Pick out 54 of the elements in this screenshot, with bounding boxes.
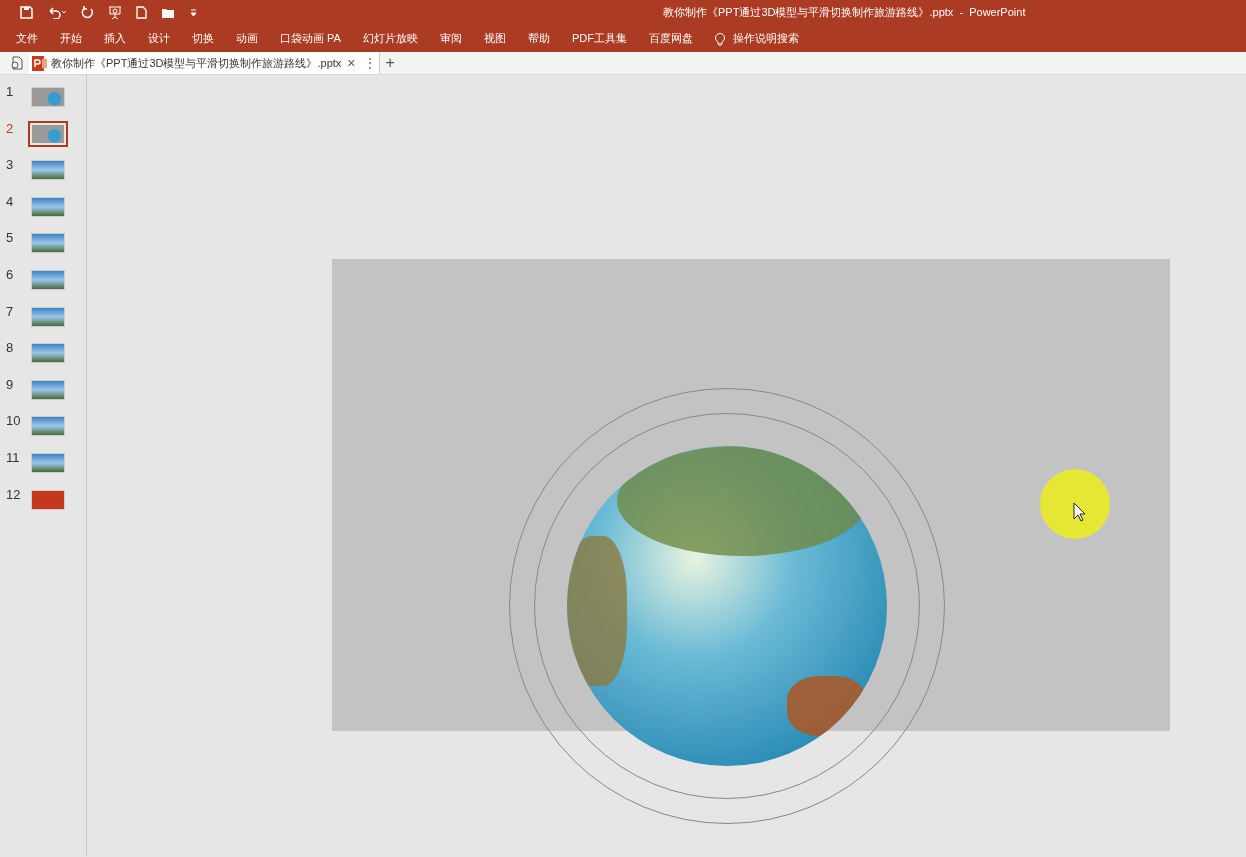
ribbon-tab[interactable]: 设计 <box>148 30 170 47</box>
more-button[interactable]: ⋮ <box>363 54 376 72</box>
new-tab-button[interactable]: + <box>385 51 395 75</box>
slide-number: 9 <box>5 377 15 392</box>
slide-number: 6 <box>5 267 15 282</box>
slide-thumbnail[interactable] <box>32 270 64 289</box>
ribbon-tab[interactable]: 帮助 <box>527 30 550 47</box>
ribbon-tab[interactable]: 动画 <box>236 30 258 47</box>
undo-icon[interactable] <box>47 6 67 19</box>
slide-number: 5 <box>5 231 15 246</box>
tell-me-search[interactable]: 操作说明搜索 <box>732 30 799 47</box>
slide-thumbnail[interactable] <box>32 88 64 106</box>
ribbon-tab[interactable]: 百度网盘 <box>648 30 693 47</box>
slide-thumbnail[interactable] <box>32 197 64 216</box>
document-icon[interactable] <box>10 56 23 70</box>
ribbon-tab[interactable]: 幻灯片放映 <box>362 30 418 47</box>
slide-thumbnail[interactable] <box>32 234 64 253</box>
cursor-icon <box>1073 502 1087 522</box>
slide-thumbnail[interactable] <box>32 380 64 399</box>
slide-number: 1 <box>5 85 15 99</box>
slide-thumbnail[interactable] <box>32 453 64 472</box>
slide-number: 12 <box>5 487 22 502</box>
slide-thumbnail[interactable] <box>32 161 64 180</box>
window-title: 教你制作《PPT通过3D模型与平滑切换制作旅游路线》.pptx - PowerPoint <box>663 5 1026 21</box>
ribbon-tab[interactable]: 开始 <box>60 30 82 47</box>
ribbon-tab[interactable]: 切换 <box>192 30 214 47</box>
close-tab-button[interactable]: × <box>347 52 356 74</box>
ribbon-tab[interactable]: PDF工具集 <box>571 30 627 47</box>
slide-number: 8 <box>5 341 15 356</box>
lightbulb-icon[interactable] <box>714 31 725 46</box>
slide-thumbnail[interactable] <box>32 417 64 436</box>
slide-thumbnail[interactable] <box>32 344 64 363</box>
save-icon[interactable] <box>20 6 33 19</box>
ribbon-tab[interactable]: 文件 <box>16 30 38 47</box>
slide-thumbnail[interactable] <box>32 307 64 326</box>
ribbon-tab[interactable]: 插入 <box>104 30 126 47</box>
customize-icon[interactable] <box>190 8 197 17</box>
document-tab[interactable]: 教你制作《PPT通过3D模型与平滑切换制作旅游路线》.pptx × ⋮ <box>29 52 380 74</box>
ribbon-tab[interactable]: 视图 <box>483 30 506 47</box>
slide-thumbnail[interactable] <box>32 490 64 509</box>
slide-number: 7 <box>5 304 15 319</box>
slide-number: 10 <box>5 414 22 429</box>
slideshow-icon[interactable] <box>108 5 122 20</box>
document-tab-title: 教你制作《PPT通过3D模型与平滑切换制作旅游路线》.pptx <box>51 55 342 71</box>
powerpoint-icon <box>32 55 47 71</box>
ribbon-tab[interactable]: 口袋动画 PA <box>280 30 341 47</box>
slide-number: 4 <box>5 194 15 209</box>
redo-icon[interactable] <box>81 6 94 19</box>
slide-number: 11 <box>5 450 21 465</box>
slide-number: 3 <box>5 158 15 173</box>
new-file-icon[interactable] <box>136 6 147 19</box>
slide-number: 2 <box>5 121 15 136</box>
ribbon-tab[interactable]: 审阅 <box>439 30 462 47</box>
folder-icon[interactable] <box>161 6 176 19</box>
